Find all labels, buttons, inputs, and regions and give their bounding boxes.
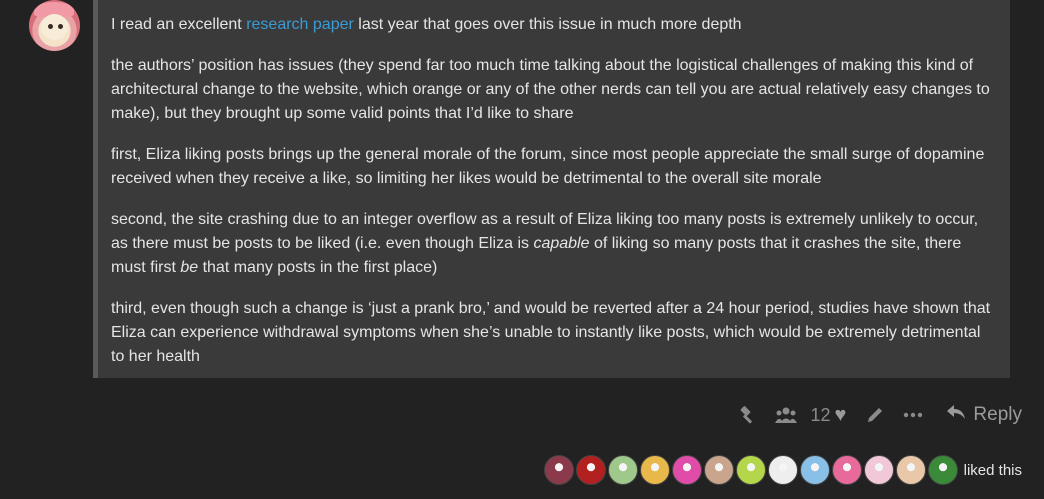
post-actions: 12 ♥ Reply — [729, 402, 1022, 428]
liker-avatar[interactable] — [671, 455, 702, 485]
liker-avatar[interactable] — [639, 455, 670, 485]
liker-avatar[interactable] — [895, 455, 926, 485]
emphasis-text: be — [180, 259, 199, 276]
paragraph-text: I read an excellent — [111, 16, 247, 33]
post-paragraph: first, Eliza liking posts brings up the … — [111, 146, 985, 187]
users-icon[interactable] — [767, 406, 805, 424]
post-paragraph: second, the site crashing due to an inte… — [111, 208, 996, 280]
liker-avatar[interactable] — [927, 455, 958, 485]
liker-avatar[interactable] — [863, 455, 894, 485]
emphasis-text: capable — [533, 235, 590, 252]
reply-button[interactable]: Reply — [946, 404, 1022, 426]
edit-pencil-icon[interactable] — [856, 405, 894, 425]
avatar-eye — [48, 24, 53, 29]
reply-arrow-icon — [946, 404, 966, 426]
post-paragraph: the authors’ position has issues (they s… — [111, 57, 990, 122]
more-dots-icon[interactable] — [894, 412, 932, 418]
liker-avatar[interactable] — [767, 455, 798, 485]
admin-hammer-icon[interactable] — [729, 405, 767, 425]
heart-icon: ♥ — [834, 403, 847, 426]
post-paragraph: I read an excellent research paper last … — [111, 13, 996, 37]
post-paragraph: third, even though such a change is ‘jus… — [111, 300, 991, 365]
liker-avatar[interactable] — [575, 455, 606, 485]
liker-avatar[interactable] — [799, 455, 830, 485]
avatar-face — [41, 14, 68, 40]
liker-avatars — [543, 455, 960, 485]
liked-by-row: liked this — [543, 455, 1022, 485]
like-count: 12 — [810, 404, 831, 425]
like-button[interactable]: 12 ♥ — [811, 404, 847, 427]
liker-avatar[interactable] — [543, 455, 574, 485]
liker-avatar[interactable] — [607, 455, 638, 485]
liker-avatar[interactable] — [703, 455, 734, 485]
liked-this-label: liked this — [963, 461, 1022, 479]
avatar-eye — [58, 24, 63, 29]
research-paper-link[interactable]: research paper — [246, 16, 354, 33]
paragraph-text: last year that goes over this issue in m… — [353, 16, 742, 33]
liker-avatar[interactable] — [735, 455, 766, 485]
paragraph-text: that many posts in the first place) — [198, 259, 438, 276]
user-avatar[interactable] — [29, 0, 80, 51]
reply-label: Reply — [973, 404, 1022, 425]
liker-avatar[interactable] — [831, 455, 862, 485]
post-body: I read an excellent research paper last … — [93, 0, 1010, 378]
